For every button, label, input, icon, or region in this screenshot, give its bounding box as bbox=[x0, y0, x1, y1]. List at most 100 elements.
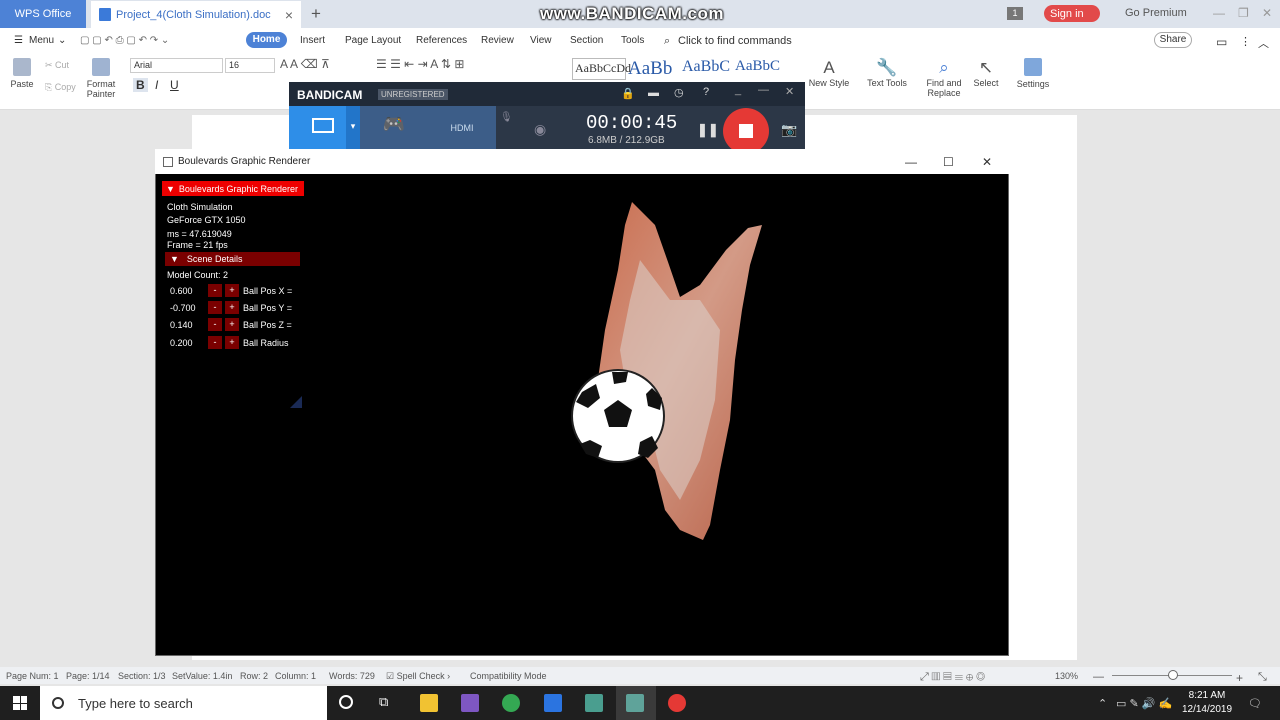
wps-writer-icon[interactable] bbox=[544, 694, 562, 712]
go-premium-link[interactable]: Go Premium bbox=[1125, 7, 1187, 19]
tab-page-layout[interactable]: Page Layout bbox=[345, 35, 401, 46]
status-section[interactable]: Section: 1/3 bbox=[118, 671, 166, 681]
find-commands-field[interactable]: Click to find commands bbox=[678, 35, 792, 47]
new-style-button[interactable]: A New Style bbox=[806, 58, 852, 88]
share-button[interactable]: Share bbox=[1154, 32, 1192, 48]
clock-icon[interactable]: ◷ bbox=[674, 86, 684, 99]
bandicam-minimize-icon[interactable]: _ bbox=[735, 84, 741, 96]
more-icon[interactable]: ⋮ bbox=[1240, 35, 1251, 48]
settings-button[interactable]: Settings bbox=[1012, 58, 1054, 89]
bandicam-close-icon[interactable]: ✕ bbox=[785, 85, 794, 98]
status-column[interactable]: Column: 1 bbox=[275, 671, 316, 681]
taskbar-search[interactable]: Type here to search bbox=[40, 686, 327, 720]
hamburger-icon[interactable]: ☰ bbox=[14, 35, 23, 46]
task-view-icon[interactable]: ⧉ bbox=[379, 694, 388, 710]
renderer-minimize-icon[interactable]: — bbox=[905, 155, 917, 169]
comment-icon[interactable]: ▭ bbox=[1216, 35, 1227, 49]
wps-office-tab[interactable]: WPS Office bbox=[0, 0, 86, 28]
renderer-maximize-icon[interactable]: ☐ bbox=[943, 155, 954, 169]
chrome-icon[interactable] bbox=[502, 694, 520, 712]
maximize-icon[interactable]: ❐ bbox=[1238, 6, 1249, 20]
font-name-select[interactable]: Arial bbox=[130, 58, 223, 73]
fullscreen-icon[interactable]: ⤡ bbox=[1258, 671, 1267, 684]
tab-review[interactable]: Review bbox=[481, 35, 514, 46]
notification-badge[interactable]: 1 bbox=[1007, 7, 1023, 20]
tab-references[interactable]: References bbox=[416, 35, 467, 46]
tab-section[interactable]: Section bbox=[570, 35, 603, 46]
document-tab[interactable]: Project_4(Cloth Simulation).doc × bbox=[91, 1, 301, 28]
status-setvalue[interactable]: SetValue: 1.4in bbox=[172, 671, 232, 681]
taskbar-clock[interactable]: 8:21 AM 12/14/2019 bbox=[1178, 689, 1236, 717]
ball-radius-minus-button[interactable]: - bbox=[208, 336, 222, 349]
collapse-ribbon-icon[interactable]: ︿ bbox=[1258, 35, 1269, 51]
select-button[interactable]: ↖ Select bbox=[968, 58, 1004, 88]
zoom-in-icon[interactable]: + bbox=[1236, 671, 1243, 685]
ball-pos-y-value[interactable]: -0.700 bbox=[170, 303, 196, 313]
chevron-down-icon[interactable]: ⌄ bbox=[58, 35, 66, 46]
view-mode-icons[interactable]: ⤢ ▥ ▤ ☰ ⊕ ◎ bbox=[920, 671, 985, 684]
status-row[interactable]: Row: 2 bbox=[240, 671, 268, 681]
renderer-app-icon[interactable] bbox=[626, 694, 644, 712]
lock-icon[interactable]: 🔒 bbox=[621, 87, 635, 100]
close-icon[interactable]: ✕ bbox=[1262, 6, 1272, 20]
bandicam-restore-icon[interactable]: — bbox=[758, 84, 769, 96]
pause-icon[interactable]: ❚❚ bbox=[697, 122, 719, 138]
renderer-close-icon[interactable]: ✕ bbox=[982, 155, 992, 169]
paragraph-format-icons[interactable]: A A ⌫ ⊼ bbox=[280, 57, 330, 71]
ball-radius-plus-button[interactable]: + bbox=[225, 336, 239, 349]
gui-panel-header[interactable]: ▼ Boulevards Graphic Renderer bbox=[162, 181, 304, 196]
ball-pos-x-value[interactable]: 0.600 bbox=[170, 286, 193, 296]
status-page-num[interactable]: Page Num: 1 bbox=[6, 671, 59, 681]
menu-button[interactable]: Menu bbox=[29, 35, 54, 46]
start-button[interactable] bbox=[0, 686, 40, 720]
vertical-scrollbar[interactable] bbox=[1268, 110, 1280, 662]
bandicam-taskbar-icon[interactable] bbox=[668, 694, 686, 712]
ball-pos-z-value[interactable]: 0.140 bbox=[170, 320, 193, 330]
underline-button[interactable]: U bbox=[170, 78, 179, 92]
ball-radius-value[interactable]: 0.200 bbox=[170, 338, 193, 348]
ball-pos-x-plus-button[interactable]: + bbox=[225, 284, 239, 297]
status-page[interactable]: Page: 1/14 bbox=[66, 671, 110, 681]
ball-pos-y-plus-button[interactable]: + bbox=[225, 301, 239, 314]
spell-check-button[interactable]: ☑ Spell Check › bbox=[386, 671, 450, 682]
ball-pos-x-minus-button[interactable]: - bbox=[208, 284, 222, 297]
font-size-select[interactable]: 16 bbox=[225, 58, 275, 73]
cortana-icon[interactable] bbox=[339, 695, 353, 709]
new-tab-button[interactable]: + bbox=[311, 4, 321, 24]
folder-icon[interactable]: ▬ bbox=[648, 87, 659, 99]
tab-view[interactable]: View bbox=[530, 35, 552, 46]
quick-access-icons[interactable]: ▢ ▢ ↶ ⎙ ▢ ↶ ↷ ⌄ bbox=[80, 35, 169, 46]
tab-home[interactable]: Home bbox=[246, 32, 287, 48]
style-heading1[interactable]: AaBb bbox=[628, 58, 672, 80]
webcam-icon[interactable]: ◉ bbox=[534, 121, 546, 138]
tab-insert[interactable]: Insert bbox=[300, 35, 325, 46]
hdmi-mode-button[interactable]: HDMI bbox=[428, 106, 496, 150]
zoom-slider-knob[interactable] bbox=[1168, 670, 1178, 680]
visual-studio-icon[interactable] bbox=[461, 694, 479, 712]
style-normal[interactable]: AaBbCcDd bbox=[572, 58, 631, 80]
find-replace-button[interactable]: ⌕ Find and Replace bbox=[924, 58, 964, 98]
scene-details-header[interactable]: ▼ Scene Details bbox=[165, 252, 300, 266]
italic-button[interactable]: I bbox=[155, 78, 158, 92]
search-icon[interactable]: ⌕ bbox=[664, 35, 670, 48]
resize-grip-icon[interactable] bbox=[290, 396, 302, 408]
style-heading2[interactable]: AaBbC bbox=[682, 58, 730, 80]
ball-pos-y-minus-button[interactable]: - bbox=[208, 301, 222, 314]
stop-record-button[interactable] bbox=[723, 108, 769, 154]
ball-pos-z-minus-button[interactable]: - bbox=[208, 318, 222, 331]
text-tools-button[interactable]: 🔧 Text Tools bbox=[862, 58, 912, 88]
zoom-out-icon[interactable]: — bbox=[1093, 671, 1104, 683]
tray-icons[interactable]: ▭ ✎ 🔊 ✍ bbox=[1116, 697, 1172, 710]
list-format-icons[interactable]: ☰ ☰ ⇤ ⇥ A ⇅ ⊞ bbox=[376, 57, 464, 71]
copy-button[interactable]: ⎘ Copy bbox=[45, 82, 76, 93]
camera-icon[interactable]: 📷 bbox=[781, 122, 797, 138]
paste-button[interactable]: Paste bbox=[8, 58, 36, 89]
format-painter-button[interactable]: Format Painter bbox=[86, 58, 116, 99]
file-explorer-icon[interactable] bbox=[420, 694, 438, 712]
zoom-level[interactable]: 130% bbox=[1055, 671, 1078, 681]
ball-pos-z-plus-button[interactable]: + bbox=[225, 318, 239, 331]
app-window-icon[interactable] bbox=[585, 694, 603, 712]
tray-chevron-icon[interactable]: ⌃ bbox=[1098, 697, 1107, 710]
tab-tools[interactable]: Tools bbox=[621, 35, 644, 46]
cut-button[interactable]: ✂ Cut bbox=[45, 60, 69, 71]
